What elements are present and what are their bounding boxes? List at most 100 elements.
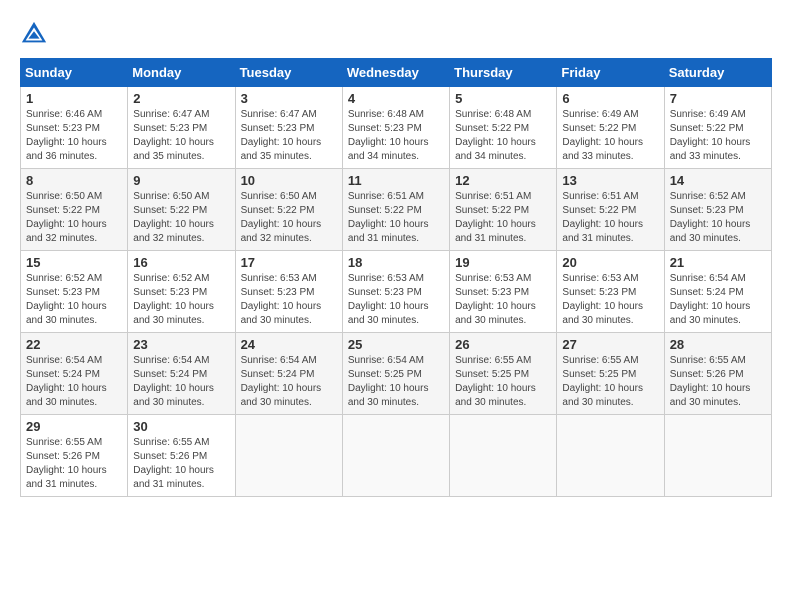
day-info: Sunrise: 6:54 AMSunset: 5:24 PMDaylight:… — [133, 354, 229, 410]
calendar-cell: 21Sunrise: 6:54 AMSunset: 5:24 PMDayligh… — [664, 251, 771, 333]
calendar-week-row: 8 Sunrise: 6:50 AMSunset: 5:22 PMDaylight… — [21, 169, 772, 251]
calendar-cell: 24 Sunrise: 6:54 AMSunset: 5:24 PMDayligh… — [235, 333, 342, 415]
calendar-cell: 1 Sunrise: 6:46 AMSunset: 5:23 PMDaylight… — [21, 87, 128, 169]
day-number: 8 — [26, 173, 122, 188]
weekday-header-sunday: Sunday — [21, 59, 128, 87]
day-info: Sunrise: 6:55 AMSunset: 5:26 PMDaylight:… — [133, 436, 229, 492]
weekday-header-monday: Monday — [128, 59, 235, 87]
day-info: Sunrise: 6:49 AMSunset: 5:22 PMDaylight:… — [670, 108, 766, 164]
calendar-cell — [664, 415, 771, 497]
day-info: Sunrise: 6:49 AMSunset: 5:22 PMDaylight:… — [562, 108, 658, 164]
calendar-cell: 2 Sunrise: 6:47 AMSunset: 5:23 PMDaylight… — [128, 87, 235, 169]
calendar-cell — [235, 415, 342, 497]
day-info: Sunrise: 6:54 AMSunset: 5:24 PMDaylight:… — [241, 354, 337, 410]
day-info: Sunrise: 6:54 AMSunset: 5:24 PMDaylight:… — [26, 354, 122, 410]
day-number: 27 — [562, 337, 658, 352]
calendar-cell: 29 Sunrise: 6:55 AMSunset: 5:26 PMDayligh… — [21, 415, 128, 497]
calendar-cell: 16 Sunrise: 6:52 AMSunset: 5:23 PMDayligh… — [128, 251, 235, 333]
day-number: 25 — [348, 337, 444, 352]
day-number: 29 — [26, 419, 122, 434]
calendar-cell: 6 Sunrise: 6:49 AMSunset: 5:22 PMDaylight… — [557, 87, 664, 169]
calendar-cell: 13Sunrise: 6:51 AMSunset: 5:22 PMDayligh… — [557, 169, 664, 251]
day-number: 14 — [670, 173, 766, 188]
weekday-header-row: SundayMondayTuesdayWednesdayThursdayFrid… — [21, 59, 772, 87]
day-number: 9 — [133, 173, 229, 188]
day-info: Sunrise: 6:54 AMSunset: 5:25 PMDaylight:… — [348, 354, 444, 410]
day-number: 2 — [133, 91, 229, 106]
day-info: Sunrise: 6:55 AMSunset: 5:26 PMDaylight:… — [26, 436, 122, 492]
day-number: 28 — [670, 337, 766, 352]
logo — [20, 20, 52, 48]
weekday-header-tuesday: Tuesday — [235, 59, 342, 87]
calendar-cell: 22 Sunrise: 6:54 AMSunset: 5:24 PMDayligh… — [21, 333, 128, 415]
calendar-week-row: 29 Sunrise: 6:55 AMSunset: 5:26 PMDayligh… — [21, 415, 772, 497]
day-info: Sunrise: 6:54 AMSunset: 5:24 PMDaylight:… — [670, 272, 766, 328]
day-info: Sunrise: 6:47 AMSunset: 5:23 PMDaylight:… — [133, 108, 229, 164]
calendar-week-row: 22 Sunrise: 6:54 AMSunset: 5:24 PMDayligh… — [21, 333, 772, 415]
calendar-cell: 3 Sunrise: 6:47 AMSunset: 5:23 PMDaylight… — [235, 87, 342, 169]
weekday-header-thursday: Thursday — [450, 59, 557, 87]
day-number: 20 — [562, 255, 658, 270]
day-number: 22 — [26, 337, 122, 352]
calendar-week-row: 15 Sunrise: 6:52 AMSunset: 5:23 PMDayligh… — [21, 251, 772, 333]
day-number: 24 — [241, 337, 337, 352]
calendar-cell: 20 Sunrise: 6:53 AMSunset: 5:23 PMDayligh… — [557, 251, 664, 333]
calendar-table: SundayMondayTuesdayWednesdayThursdayFrid… — [20, 58, 772, 497]
day-info: Sunrise: 6:53 AMSunset: 5:23 PMDaylight:… — [455, 272, 551, 328]
day-info: Sunrise: 6:51 AMSunset: 5:22 PMDaylight:… — [348, 190, 444, 246]
weekday-header-saturday: Saturday — [664, 59, 771, 87]
calendar-cell: 8Sunrise: 6:50 AMSunset: 5:22 PMDaylight… — [21, 169, 128, 251]
calendar-cell: 9 Sunrise: 6:50 AMSunset: 5:22 PMDaylight… — [128, 169, 235, 251]
day-number: 30 — [133, 419, 229, 434]
day-number: 16 — [133, 255, 229, 270]
day-number: 4 — [348, 91, 444, 106]
calendar-cell: 12Sunrise: 6:51 AMSunset: 5:22 PMDayligh… — [450, 169, 557, 251]
calendar-cell — [450, 415, 557, 497]
day-number: 5 — [455, 91, 551, 106]
day-number: 1 — [26, 91, 122, 106]
calendar-week-row: 1 Sunrise: 6:46 AMSunset: 5:23 PMDaylight… — [21, 87, 772, 169]
calendar-cell: 28 Sunrise: 6:55 AMSunset: 5:26 PMDayligh… — [664, 333, 771, 415]
day-number: 18 — [348, 255, 444, 270]
page-header — [20, 20, 772, 48]
day-info: Sunrise: 6:55 AMSunset: 5:26 PMDaylight:… — [670, 354, 766, 410]
day-number: 13 — [562, 173, 658, 188]
day-info: Sunrise: 6:53 AMSunset: 5:23 PMDaylight:… — [241, 272, 337, 328]
calendar-cell: 17 Sunrise: 6:53 AMSunset: 5:23 PMDayligh… — [235, 251, 342, 333]
day-number: 17 — [241, 255, 337, 270]
day-info: Sunrise: 6:52 AMSunset: 5:23 PMDaylight:… — [670, 190, 766, 246]
day-number: 15 — [26, 255, 122, 270]
calendar-cell: 27 Sunrise: 6:55 AMSunset: 5:25 PMDayligh… — [557, 333, 664, 415]
day-number: 26 — [455, 337, 551, 352]
weekday-header-friday: Friday — [557, 59, 664, 87]
calendar-cell: 4Sunrise: 6:48 AMSunset: 5:23 PMDaylight… — [342, 87, 449, 169]
day-info: Sunrise: 6:52 AMSunset: 5:23 PMDaylight:… — [26, 272, 122, 328]
calendar-cell: 18Sunrise: 6:53 AMSunset: 5:23 PMDayligh… — [342, 251, 449, 333]
day-info: Sunrise: 6:50 AMSunset: 5:22 PMDaylight:… — [241, 190, 337, 246]
calendar-cell: 19 Sunrise: 6:53 AMSunset: 5:23 PMDayligh… — [450, 251, 557, 333]
day-number: 10 — [241, 173, 337, 188]
weekday-header-wednesday: Wednesday — [342, 59, 449, 87]
logo-inner — [20, 20, 52, 48]
day-info: Sunrise: 6:46 AMSunset: 5:23 PMDaylight:… — [26, 108, 122, 164]
calendar-cell: 25 Sunrise: 6:54 AMSunset: 5:25 PMDayligh… — [342, 333, 449, 415]
calendar-cell: 26 Sunrise: 6:55 AMSunset: 5:25 PMDayligh… — [450, 333, 557, 415]
day-info: Sunrise: 6:53 AMSunset: 5:23 PMDaylight:… — [562, 272, 658, 328]
calendar-cell: 7 Sunrise: 6:49 AMSunset: 5:22 PMDaylight… — [664, 87, 771, 169]
calendar-cell — [342, 415, 449, 497]
calendar-cell: 30 Sunrise: 6:55 AMSunset: 5:26 PMDayligh… — [128, 415, 235, 497]
day-info: Sunrise: 6:52 AMSunset: 5:23 PMDaylight:… — [133, 272, 229, 328]
calendar-cell: 10 Sunrise: 6:50 AMSunset: 5:22 PMDayligh… — [235, 169, 342, 251]
calendar-cell: 5 Sunrise: 6:48 AMSunset: 5:22 PMDaylight… — [450, 87, 557, 169]
calendar-cell: 15 Sunrise: 6:52 AMSunset: 5:23 PMDayligh… — [21, 251, 128, 333]
day-number: 12 — [455, 173, 551, 188]
day-info: Sunrise: 6:55 AMSunset: 5:25 PMDaylight:… — [455, 354, 551, 410]
day-info: Sunrise: 6:47 AMSunset: 5:23 PMDaylight:… — [241, 108, 337, 164]
day-number: 7 — [670, 91, 766, 106]
day-number: 6 — [562, 91, 658, 106]
day-number: 3 — [241, 91, 337, 106]
day-number: 19 — [455, 255, 551, 270]
day-info: Sunrise: 6:48 AMSunset: 5:22 PMDaylight:… — [455, 108, 551, 164]
day-info: Sunrise: 6:55 AMSunset: 5:25 PMDaylight:… — [562, 354, 658, 410]
day-info: Sunrise: 6:50 AMSunset: 5:22 PMDaylight:… — [133, 190, 229, 246]
